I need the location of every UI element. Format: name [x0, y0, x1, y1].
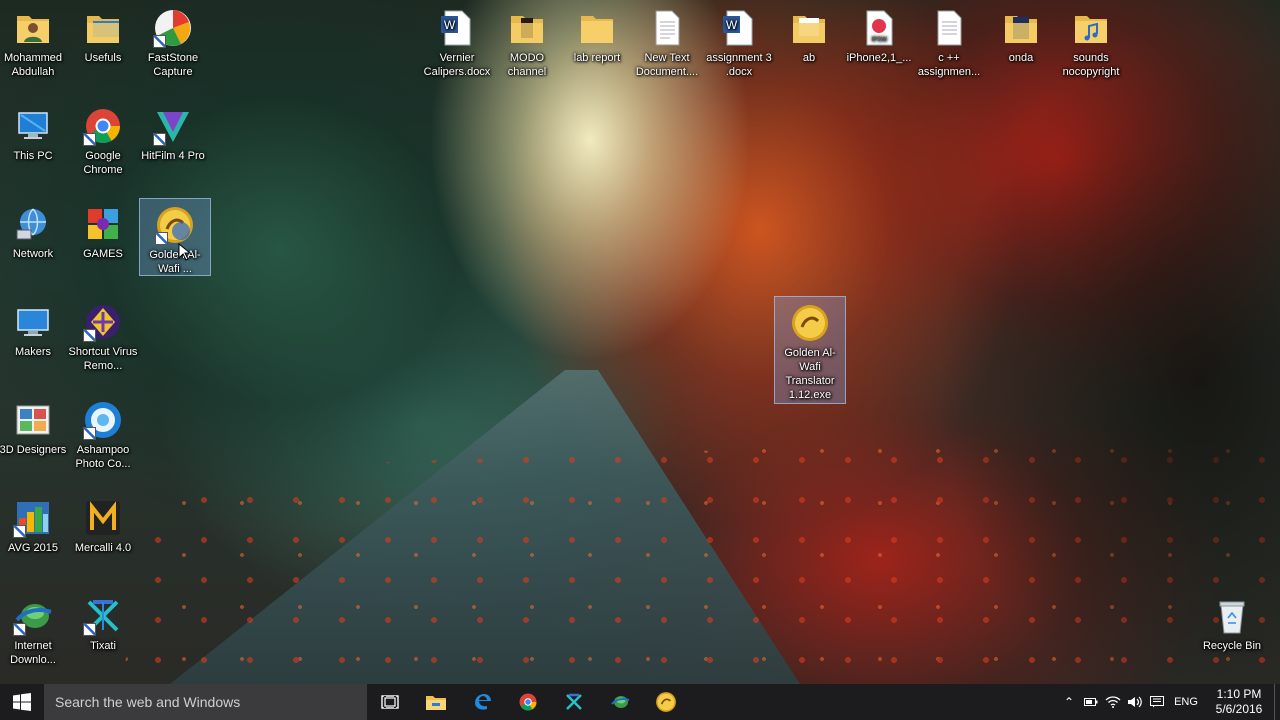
taskbar-golden-alwafi[interactable] — [643, 684, 689, 720]
desktop-icon-idm[interactable]: Internet Downlo... — [0, 590, 68, 667]
desktop-icon-golden-alwafi-shortcut[interactable]: Golden Al-Wafi ... — [139, 198, 211, 276]
taskbar-tixati[interactable] — [551, 684, 597, 720]
windows-start-icon — [13, 693, 31, 711]
desktop-icon-makers[interactable]: Makers — [0, 296, 68, 359]
search-box[interactable]: Search the web and Windows — [44, 684, 367, 720]
golden-alwafi-icon — [155, 205, 195, 245]
golden-alwafi-icon — [656, 692, 676, 712]
folder-icon — [577, 8, 617, 48]
wifi-icon[interactable] — [1102, 684, 1124, 720]
search-placeholder: Search the web and Windows — [55, 694, 241, 710]
ipsw-file-icon: IPSW — [859, 8, 899, 48]
golden-alwafi-icon — [790, 303, 830, 343]
task-view-icon — [381, 695, 399, 709]
computer-icon — [13, 106, 53, 146]
show-hidden-icons-button[interactable]: ⌃ — [1058, 684, 1080, 720]
desktop-icon-faststone[interactable]: FastStone Capture — [138, 2, 208, 79]
desktop-icon-modo-channel[interactable]: MODO channel — [492, 2, 562, 79]
svg-text:W: W — [444, 18, 456, 32]
action-center-icon[interactable] — [1146, 684, 1168, 720]
taskbar-edge[interactable] — [459, 684, 505, 720]
desktop-icon-cpp-assignment[interactable]: c ++ assignmen... — [914, 2, 984, 79]
monitor-icon — [13, 302, 53, 342]
ashampoo-icon — [83, 400, 123, 440]
word-document-icon: W — [437, 8, 477, 48]
desktop-icon-chrome[interactable]: Google Chrome — [68, 100, 138, 177]
avg-icon — [13, 498, 53, 538]
desktop-icon-iphone-ipsw[interactable]: IPSW iPhone2,1_... — [844, 2, 914, 65]
folder-icon — [1001, 8, 1041, 48]
desktop-icon-mercalli[interactable]: Mercalli 4.0 — [68, 492, 138, 555]
desktop-icon-hitfilm[interactable]: HitFilm 4 Pro — [138, 100, 208, 163]
language-indicator[interactable]: ENG — [1168, 696, 1204, 708]
tixati-icon — [566, 693, 582, 710]
volume-icon[interactable] — [1124, 684, 1146, 720]
tixati-icon — [83, 596, 123, 636]
folder-icon — [83, 8, 123, 48]
clock-time: 1:10 PM — [1216, 687, 1262, 701]
desktop-icon-onda[interactable]: onda — [986, 2, 1056, 65]
chevron-up-icon: ⌃ — [1063, 695, 1075, 709]
image-folder-icon — [13, 400, 53, 440]
desktop-icon-avg[interactable]: AVG 2015 — [0, 492, 68, 555]
svg-text:IPSW: IPSW — [871, 37, 887, 43]
hitfilm-icon — [153, 106, 193, 146]
mercalli-icon — [83, 498, 123, 538]
show-desktop-button[interactable] — [1274, 684, 1280, 720]
desktop-icon-shortcut-virus-remover[interactable]: Shortcut Virus Remo... — [68, 296, 138, 373]
desktop-icon-golden-alwafi-exe[interactable]: Golden Al-Wafi Translator 1.12.exe — [774, 296, 846, 404]
taskbar-file-explorer[interactable] — [413, 684, 459, 720]
desktop-icon-tixati[interactable]: Tixati — [68, 590, 138, 653]
desktop-icon-games[interactable]: GAMES — [68, 198, 138, 261]
idm-icon — [611, 696, 630, 708]
faststone-capture-icon — [153, 8, 193, 48]
taskbar-chrome[interactable] — [505, 684, 551, 720]
text-document-icon — [929, 8, 969, 48]
svg-text:W: W — [726, 18, 738, 32]
word-document-icon: W — [719, 8, 759, 48]
folder-icon — [507, 8, 547, 48]
desktop-icon-ashampoo[interactable]: Ashampoo Photo Co... — [68, 394, 138, 471]
taskbar: Search the web and Windows ⌃ ENG 1:10 PM… — [0, 684, 1280, 720]
games-icon — [83, 204, 123, 244]
desktop-icon-new-text-document[interactable]: New Text Document.... — [632, 2, 702, 79]
music-folder-icon — [1071, 8, 1111, 48]
taskbar-idm[interactable] — [597, 684, 643, 720]
recycle-bin-icon — [1212, 596, 1252, 636]
user-folder-icon — [13, 8, 53, 48]
desktop-icon-assignment-3[interactable]: W assignment 3 .docx — [704, 2, 774, 79]
internet-download-manager-icon — [13, 596, 53, 636]
battery-icon[interactable] — [1080, 684, 1102, 720]
text-document-icon — [647, 8, 687, 48]
folder-icon — [789, 8, 829, 48]
desktop-icon-usefuls[interactable]: Usefuls — [68, 2, 138, 65]
file-explorer-icon — [426, 696, 446, 710]
edge-icon — [475, 694, 491, 710]
desktop-icon-ab[interactable]: ab — [774, 2, 844, 65]
desktop-icon-recycle-bin[interactable]: Recycle Bin — [1197, 590, 1267, 653]
task-view-button[interactable] — [367, 684, 413, 720]
desktop-icon-3d-designers[interactable]: 3D Designers — [0, 394, 68, 457]
desktop-icon-sounds-nocopyright[interactable]: sounds nocopyright — [1056, 2, 1126, 79]
clock-date: 5/6/2016 — [1215, 702, 1263, 716]
desktop-icon-vernier[interactable]: W Vernier Calipers.docx — [422, 2, 492, 79]
desktop-icon-mohammed[interactable]: Mohammed Abdullah — [0, 2, 68, 79]
desktop-icon-network[interactable]: Network — [0, 198, 68, 261]
clock[interactable]: 1:10 PM 5/6/2016 — [1204, 687, 1274, 717]
mouse-cursor — [178, 242, 192, 266]
system-tray: ⌃ ENG 1:10 PM 5/6/2016 — [1058, 684, 1280, 720]
desktop-icon-this-pc[interactable]: This PC — [0, 100, 68, 163]
start-button[interactable] — [0, 684, 44, 720]
desktop-icon-lab-report[interactable]: lab report — [562, 2, 632, 65]
network-globe-icon — [13, 204, 53, 244]
virus-remover-icon — [83, 302, 123, 342]
chrome-icon — [83, 106, 123, 146]
chrome-icon — [519, 693, 537, 711]
